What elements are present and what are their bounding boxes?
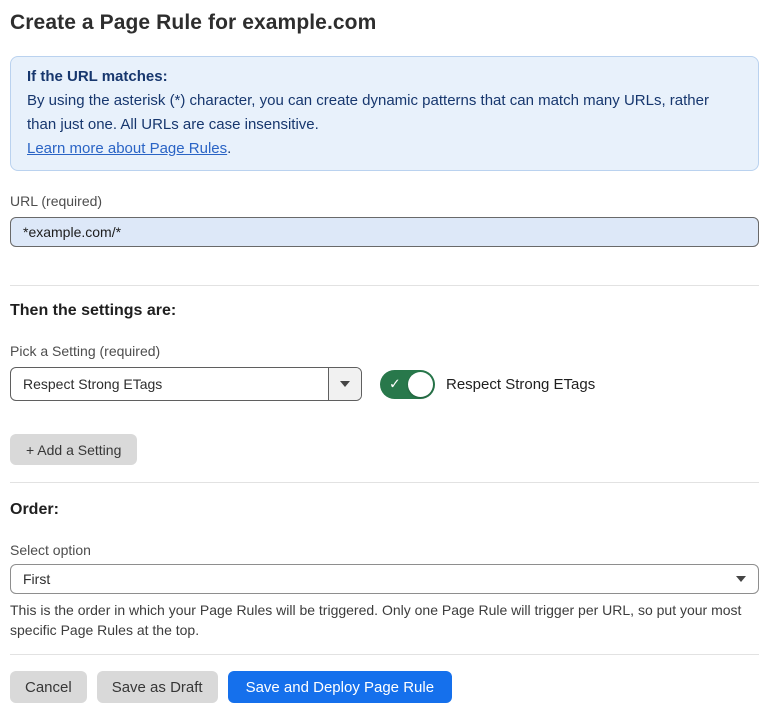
setting-select[interactable]: Respect Strong ETags — [10, 367, 362, 401]
order-select[interactable]: First — [10, 564, 759, 594]
toggle-knob — [408, 372, 433, 397]
setting-select-value: Respect Strong ETags — [11, 368, 328, 400]
divider — [10, 482, 759, 483]
chevron-down-icon — [736, 576, 746, 582]
check-icon: ✓ — [389, 377, 401, 391]
url-input[interactable] — [10, 217, 759, 247]
order-heading: Order: — [10, 500, 759, 520]
url-label: URL (required) — [10, 192, 759, 210]
add-setting-button[interactable]: + Add a Setting — [10, 434, 137, 465]
setting-select-arrow-button[interactable] — [328, 368, 361, 400]
save-deploy-button[interactable]: Save and Deploy Page Rule — [228, 671, 452, 703]
learn-more-link[interactable]: Learn more about Page Rules — [27, 140, 227, 157]
order-select-value: First — [23, 571, 50, 587]
create-page-rule-form: Create a Page Rule for example.com If th… — [0, 0, 769, 703]
order-help-text: This is the order in which your Page Rul… — [10, 600, 759, 640]
chevron-down-icon — [340, 381, 350, 387]
cancel-button[interactable]: Cancel — [10, 671, 87, 703]
page-title: Create a Page Rule for example.com — [10, 10, 759, 36]
info-link-row: Learn more about Page Rules. — [27, 137, 742, 161]
link-period: . — [227, 140, 231, 157]
settings-heading: Then the settings are: — [10, 301, 759, 321]
info-box-body: By using the asterisk (*) character, you… — [27, 89, 742, 137]
save-draft-button[interactable]: Save as Draft — [97, 671, 218, 703]
footer-actions: Cancel Save as Draft Save and Deploy Pag… — [10, 671, 759, 703]
pick-setting-label: Pick a Setting (required) — [10, 342, 759, 360]
divider — [10, 285, 759, 286]
divider — [10, 654, 759, 655]
info-box-heading: If the URL matches: — [27, 65, 742, 89]
setting-toggle[interactable]: ✓ — [380, 370, 435, 399]
setting-row: Respect Strong ETags ✓ Respect Strong ET… — [10, 367, 759, 401]
url-match-info-box: If the URL matches: By using the asteris… — [10, 56, 759, 171]
order-select-label: Select option — [10, 541, 759, 559]
toggle-label: Respect Strong ETags — [446, 376, 595, 393]
